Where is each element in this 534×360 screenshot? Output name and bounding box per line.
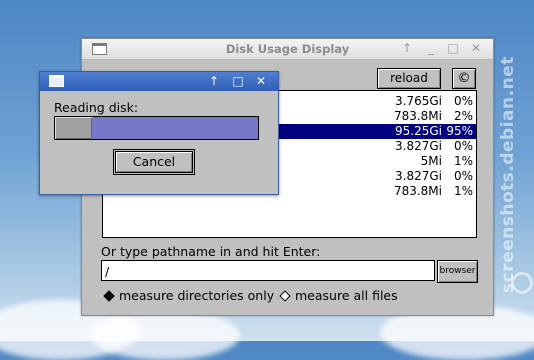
watermark-text: screenshots.debian.net (498, 56, 518, 294)
entry-size: 783.8Mi (393, 109, 442, 123)
entry-percent: 95% (446, 124, 473, 138)
entry-size: 3.827Gi (395, 169, 442, 183)
close-icon[interactable]: ✕ (469, 41, 483, 55)
entry-size: 3.765Gi (395, 94, 442, 108)
entry-size: 3.827Gi (395, 139, 442, 153)
keep-above-icon[interactable]: ↑ (207, 74, 221, 88)
entry-percent: 0% (453, 139, 473, 153)
entry-percent: 1% (453, 184, 473, 198)
radio-all-label: measure all files (295, 288, 398, 303)
entry-percent: 0% (453, 169, 473, 183)
cloud (90, 310, 240, 360)
entry-size: 95.25Gi (395, 124, 442, 138)
reading-disk-label: Reading disk: (54, 100, 139, 115)
path-label: Or type pathname in and hit Enter: (101, 244, 321, 259)
dialog-menu-icon[interactable] (49, 75, 64, 87)
copyright-button[interactable]: © (452, 68, 476, 89)
keep-above-icon[interactable]: ↑ (400, 41, 414, 55)
progress-fill (55, 117, 92, 139)
main-titlebar[interactable]: Disk Usage Display ↑ _ □ ✕ (82, 39, 493, 60)
entry-percent: 1% (453, 154, 473, 168)
radio-unselected-icon[interactable] (279, 289, 291, 302)
debian-logo-icon (511, 272, 533, 294)
maximize-icon[interactable]: □ (231, 74, 245, 88)
dialog-titlebar[interactable]: ↑ □ ✕ (40, 72, 278, 91)
pathname-input[interactable]: / (101, 260, 435, 281)
entry-percent: 2% (453, 109, 473, 123)
maximize-icon[interactable]: □ (446, 41, 460, 55)
radio-dirs-only[interactable]: measure directories only (103, 288, 275, 303)
close-icon[interactable]: ✕ (254, 74, 268, 88)
entry-percent: 0% (453, 94, 473, 108)
browser-button[interactable]: browser (437, 260, 478, 283)
cancel-button[interactable]: Cancel (113, 149, 195, 175)
minimize-icon[interactable]: _ (424, 41, 438, 55)
radio-all-files[interactable]: measure all files (279, 288, 398, 303)
progress-bar (54, 116, 259, 140)
entry-size: 5Mi (420, 154, 442, 168)
entry-size: 783.8Mi (393, 184, 442, 198)
radio-selected-icon[interactable] (103, 289, 115, 302)
reload-button[interactable]: reload (377, 68, 441, 89)
reading-disk-dialog: ↑ □ ✕ Reading disk: Cancel (39, 71, 279, 195)
radio-dirs-label: measure directories only (119, 288, 275, 303)
